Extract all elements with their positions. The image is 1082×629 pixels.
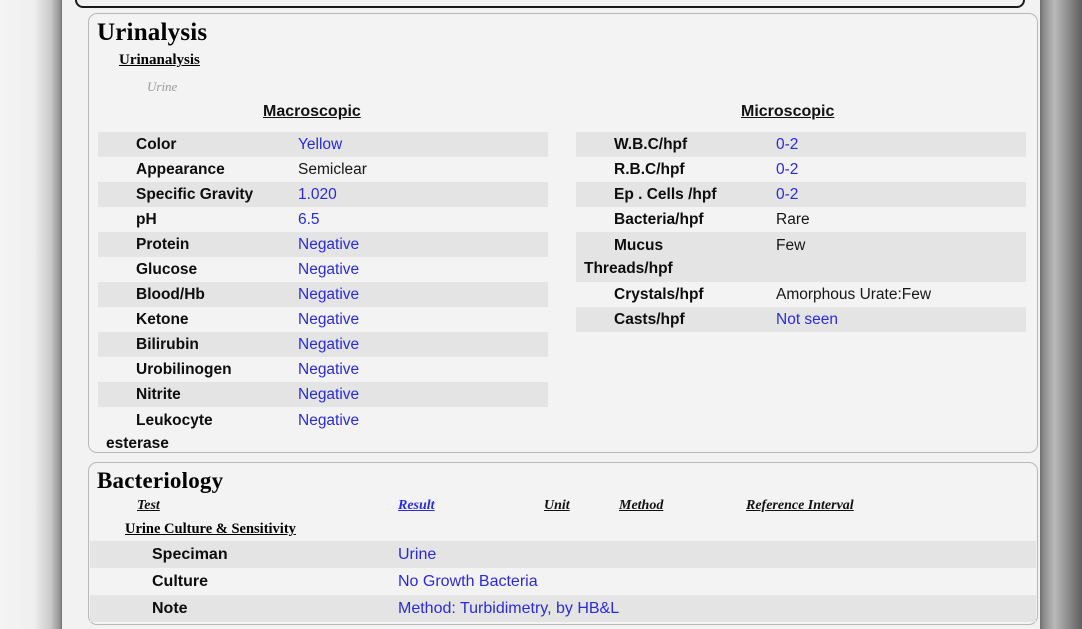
bacteriology-panel-name: Urine Culture & Sensitivity <box>125 521 296 537</box>
result-row: Crystals/hpf Amorphous Urate:Few <box>576 282 1026 307</box>
document-page: Urinalysis Urinanalysis Urine Macroscopi… <box>62 0 1040 629</box>
result-row: R.B.C/hpf 0-2 <box>576 157 1026 182</box>
macroscopic-result-label: pH <box>136 211 157 228</box>
macroscopic-result-label: Protein <box>136 236 190 253</box>
bacteriology-results-list: Speciman Urine Culture No Growth Bacteria No… <box>90 541 1036 622</box>
result-row: Ketone Negative <box>98 307 548 332</box>
bacteriology-section-card: Bacteriology Test Result Unit Method Ref… <box>88 462 1038 625</box>
microscopic-result-value: Not seen <box>776 311 839 328</box>
result-row: Urobilinogen Negative <box>98 357 548 382</box>
result-row: Note Method: Turbidimetry, by HB&L <box>90 595 1036 622</box>
macroscopic-result-value: Negative <box>298 236 360 253</box>
macroscopic-result-label: Ketone <box>136 311 189 328</box>
result-row: Mucus Threads/hpf Few <box>576 232 1026 282</box>
macroscopic-result-value: Negative <box>298 336 360 353</box>
result-row: Protein Negative <box>98 232 548 257</box>
result-row: Casts/hpf Not seen <box>576 307 1026 332</box>
microscopic-result-label-line2: Threads/hpf <box>584 260 673 277</box>
macroscopic-result-label: Bilirubin <box>136 336 199 353</box>
result-row: Bilirubin Negative <box>98 332 548 357</box>
microscopic-result-label: Mucus Threads/hpf <box>576 232 776 280</box>
microscopic-result-value: 0-2 <box>776 186 799 203</box>
microscopic-column-header: Microscopic <box>741 103 835 120</box>
column-header-test: Test <box>137 498 160 513</box>
bacteriology-table-header-row: Test Result Unit Method Reference Interv… <box>89 498 1037 520</box>
bacteriology-result-label: Speciman <box>152 546 228 563</box>
column-header-method: Method <box>619 498 664 513</box>
result-row: Leukocyte esterase Negative <box>98 407 548 457</box>
macroscopic-result-label: Glucose <box>136 261 198 278</box>
macroscopic-result-value: Yellow <box>298 136 343 153</box>
result-row: W.B.C/hpf 0-2 <box>576 132 1026 157</box>
macroscopic-result-label: Appearance <box>136 161 225 178</box>
microscopic-result-value: 0-2 <box>776 136 799 153</box>
column-header-result: Result <box>398 498 435 513</box>
macroscopic-result-value: 1.020 <box>298 186 337 203</box>
microscopic-result-label: R.B.C/hpf <box>614 161 685 178</box>
macroscopic-result-label: Urobilinogen <box>136 361 232 378</box>
column-header-unit: Unit <box>544 498 570 513</box>
urinalysis-section-card: Urinalysis Urinanalysis Urine Macroscopi… <box>88 13 1038 453</box>
urinalysis-panel-name: Urinanalysis <box>119 52 200 68</box>
macroscopic-result-value: Semiclear <box>298 161 367 178</box>
macroscopic-result-label: Blood/Hb <box>136 286 205 303</box>
microscopic-result-label: Crystals/hpf <box>614 286 704 303</box>
macroscopic-result-value: Negative <box>298 311 360 328</box>
macroscopic-result-value: Negative <box>298 412 360 429</box>
result-row: Bacteria/hpf Rare <box>576 207 1026 232</box>
result-row: Nitrite Negative <box>98 382 548 407</box>
macroscopic-result-value: 6.5 <box>298 211 320 228</box>
bacteriology-section-title: Bacteriology <box>97 468 224 493</box>
microscopic-result-label: W.B.C/hpf <box>614 136 688 153</box>
urinalysis-section-title: Urinalysis <box>97 19 208 46</box>
previous-section-card-partial <box>75 0 1025 8</box>
page-right-margin <box>1040 0 1082 629</box>
macroscopic-result-label-line2: esterase <box>106 435 169 452</box>
microscopic-result-value: Few <box>776 237 806 254</box>
macroscopic-result-label: Specific Gravity <box>136 186 254 203</box>
microscopic-result-value: Amorphous Urate:Few <box>776 286 932 303</box>
urinalysis-specimen-label: Urine <box>147 79 178 94</box>
bacteriology-result-label: Culture <box>152 573 208 590</box>
page-left-margin <box>0 0 62 629</box>
microscopic-result-label: Ep . Cells /hpf <box>614 186 717 203</box>
macroscopic-result-value: Negative <box>298 361 360 378</box>
macroscopic-result-label: Leukocyte esterase <box>98 407 298 455</box>
column-header-reference-interval: Reference Interval <box>746 498 854 513</box>
result-row: Speciman Urine <box>90 541 1036 568</box>
bacteriology-result-value: No Growth Bacteria <box>398 573 538 590</box>
macroscopic-result-label: Color <box>136 136 177 153</box>
bacteriology-result-value: Urine <box>398 546 437 563</box>
bacteriology-result-value: Method: Turbidimetry, by HB&L <box>398 600 620 617</box>
result-row: Color Yellow <box>98 132 548 157</box>
microscopic-result-value: 0-2 <box>776 161 799 178</box>
result-row: Appearance Semiclear <box>98 157 548 182</box>
macroscopic-column-header: Macroscopic <box>263 103 361 120</box>
macroscopic-result-label: Nitrite <box>136 386 181 403</box>
macroscopic-results-list: Color Yellow Appearance Semiclear Specific G… <box>98 132 548 457</box>
microscopic-result-label: Casts/hpf <box>614 311 685 328</box>
result-row: Ep . Cells /hpf 0-2 <box>576 182 1026 207</box>
result-row: Specific Gravity 1.020 <box>98 182 548 207</box>
microscopic-results-list: W.B.C/hpf 0-2 R.B.C/hpf 0-2 Ep . Cells /hpf 0… <box>576 132 1026 332</box>
macroscopic-result-value: Negative <box>298 386 360 403</box>
result-row: Culture No Growth Bacteria <box>90 568 1036 595</box>
result-row: Glucose Negative <box>98 257 548 282</box>
result-row: Blood/Hb Negative <box>98 282 548 307</box>
macroscopic-result-value: Negative <box>298 261 360 278</box>
bacteriology-result-label: Note <box>152 600 188 617</box>
microscopic-result-value: Rare <box>776 211 810 228</box>
result-row: pH 6.5 <box>98 207 548 232</box>
macroscopic-result-value: Negative <box>298 286 360 303</box>
microscopic-result-label: Bacteria/hpf <box>614 211 704 228</box>
